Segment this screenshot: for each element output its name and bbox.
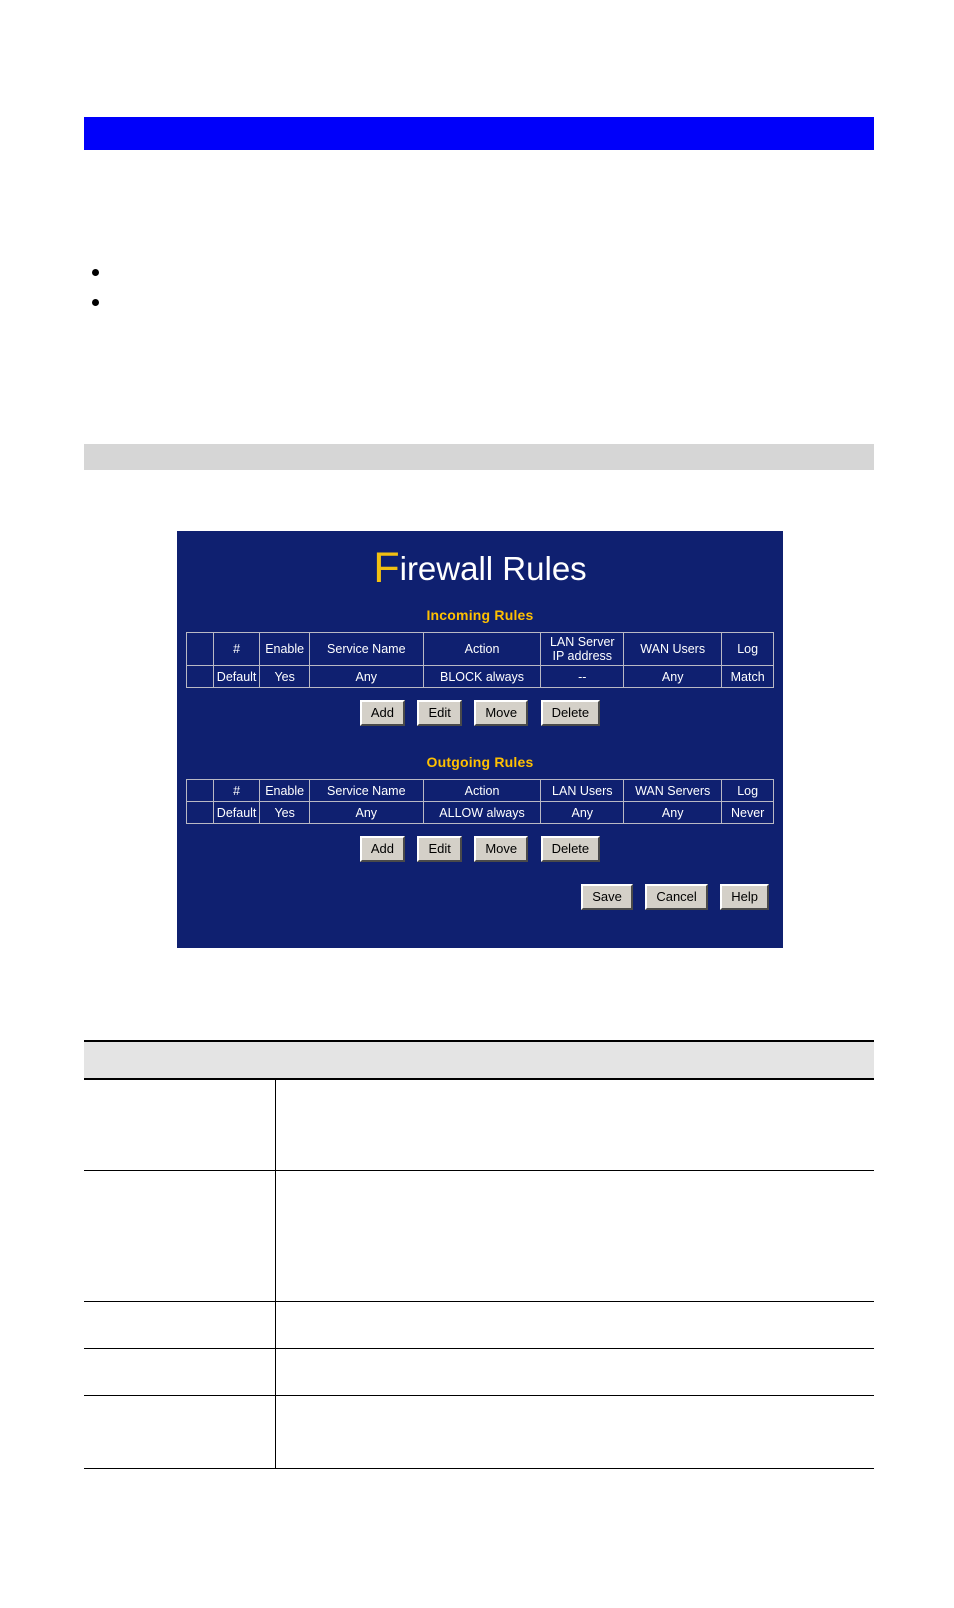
table-row[interactable]: Default Yes Any ALLOW always Any Any Nev… [186, 801, 774, 824]
list-item [84, 264, 874, 294]
incoming-row-log: Match [721, 665, 774, 688]
outgoing-header-action: Action [422, 779, 542, 802]
section-heading-bar [84, 117, 874, 150]
outgoing-row-lan-users: Any [540, 801, 625, 824]
incoming-header-select [186, 632, 214, 666]
incoming-header-number: # [212, 632, 261, 666]
incoming-row-select[interactable] [186, 665, 214, 688]
bullet-dot-icon [92, 299, 99, 306]
incoming-add-button[interactable]: Add [359, 700, 405, 726]
save-button[interactable]: Save [581, 884, 633, 910]
table-header-row: # Enable Service Name Action LAN Users W… [186, 779, 774, 802]
incoming-row-wan-users: Any [623, 665, 723, 688]
desc-row-label [84, 1395, 276, 1469]
incoming-rules-button-row: Add Edit Move Delete [177, 700, 783, 726]
page-title-rest: irewall Rules [399, 550, 587, 587]
outgoing-header-enable: Enable [259, 779, 310, 802]
incoming-header-service-name: Service Name [308, 632, 424, 666]
outgoing-move-button[interactable]: Move [474, 836, 529, 862]
incoming-row-lan-server-ip: -- [540, 665, 625, 688]
desc-row-value [275, 1301, 874, 1349]
incoming-move-button[interactable]: Move [474, 700, 529, 726]
desc-row-label [84, 1301, 276, 1349]
outgoing-header-lan-users: LAN Users [540, 779, 625, 802]
desc-row-value [275, 1079, 874, 1171]
desc-row-label [84, 1079, 276, 1171]
table-row [84, 1079, 874, 1171]
table-header-row: # Enable Service Name Action LAN Server … [186, 632, 774, 666]
incoming-row-enable: Yes [259, 665, 310, 688]
outgoing-header-log: Log [721, 779, 774, 802]
list-item [84, 294, 874, 324]
incoming-header-action: Action [422, 632, 542, 666]
outgoing-delete-button[interactable]: Delete [540, 836, 601, 862]
table-header-row [84, 1040, 874, 1080]
outgoing-row-wan-servers: Any [623, 801, 723, 824]
table-row [84, 1170, 874, 1302]
outgoing-row-action: ALLOW always [422, 801, 542, 824]
desc-header-field [84, 1040, 275, 1080]
outgoing-row-select[interactable] [186, 801, 214, 824]
table-row [84, 1348, 874, 1396]
incoming-rules-table: # Enable Service Name Action LAN Server … [186, 632, 774, 688]
manual-page: Firewall Rules Incoming Rules # Enable S… [0, 0, 954, 1608]
outgoing-row-service-name: Any [308, 801, 424, 824]
desc-row-value [275, 1348, 874, 1396]
outgoing-header-service-name: Service Name [308, 779, 424, 802]
incoming-edit-button[interactable]: Edit [417, 700, 462, 726]
cancel-button[interactable]: Cancel [645, 884, 708, 910]
outgoing-rules-button-row: Add Edit Move Delete [177, 836, 783, 862]
table-row [84, 1301, 874, 1349]
outgoing-add-button[interactable]: Add [359, 836, 405, 862]
outgoing-rules-heading: Outgoing Rules [426, 754, 534, 770]
page-title: Firewall Rules [177, 547, 783, 590]
bullet-dot-icon [92, 269, 99, 276]
firewall-rules-screen: Firewall Rules Incoming Rules # Enable S… [177, 531, 783, 948]
field-description-table [84, 1040, 874, 1469]
outgoing-header-number: # [212, 779, 261, 802]
incoming-row-service-name: Any [308, 665, 424, 688]
desc-row-value [275, 1170, 874, 1302]
incoming-row-number: Default [212, 665, 261, 688]
desc-header-description [275, 1040, 874, 1080]
incoming-rules-heading: Incoming Rules [426, 607, 534, 623]
outgoing-row-number: Default [212, 801, 261, 824]
desc-row-label [84, 1170, 276, 1302]
incoming-header-wan-users: WAN Users [623, 632, 723, 666]
desc-row-label [84, 1348, 276, 1396]
outgoing-row-enable: Yes [259, 801, 310, 824]
incoming-header-lan-server-ip: LAN Server IP address [540, 632, 625, 666]
bullet-list [84, 264, 874, 324]
subsection-heading-bar [84, 444, 874, 470]
table-row [84, 1395, 874, 1469]
incoming-delete-button[interactable]: Delete [540, 700, 601, 726]
desc-row-value [275, 1395, 874, 1469]
outgoing-header-wan-servers: WAN Servers [623, 779, 723, 802]
help-button[interactable]: Help [720, 884, 769, 910]
outgoing-row-log: Never [721, 801, 774, 824]
outgoing-edit-button[interactable]: Edit [417, 836, 462, 862]
outgoing-header-select [186, 779, 214, 802]
lan-header-line1: LAN Server [549, 635, 615, 649]
page-title-capital: F [373, 544, 400, 592]
outgoing-rules-table: # Enable Service Name Action LAN Users W… [186, 779, 774, 824]
incoming-header-enable: Enable [259, 632, 310, 666]
incoming-header-log: Log [721, 632, 774, 666]
lan-header-line2: IP address [552, 649, 613, 663]
footer-button-row: Save Cancel Help [177, 884, 783, 910]
incoming-row-action: BLOCK always [422, 665, 542, 688]
table-row[interactable]: Default Yes Any BLOCK always -- Any Matc… [186, 665, 774, 688]
